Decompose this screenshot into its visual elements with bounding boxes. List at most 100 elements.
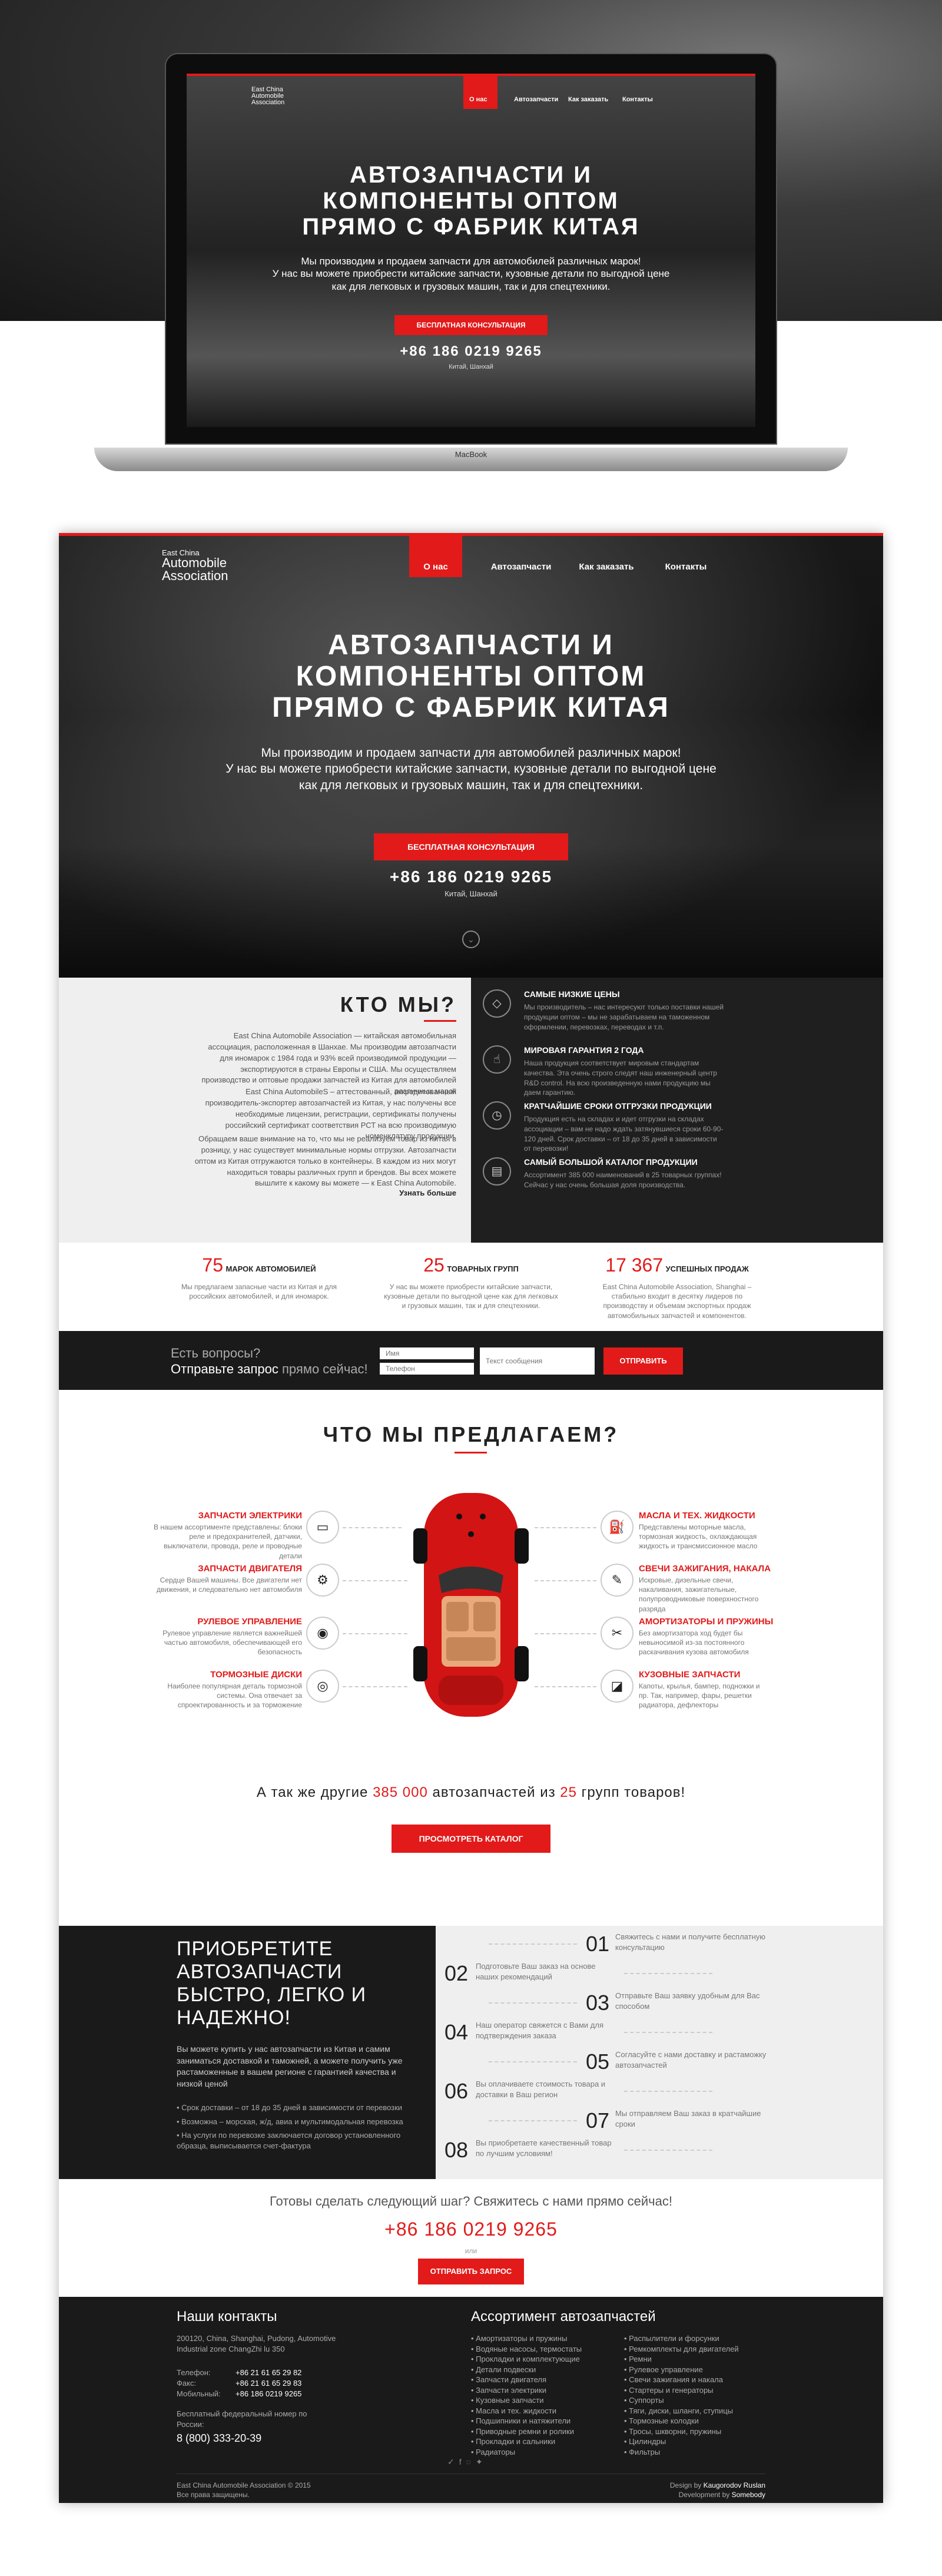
service-title-body[interactable]: КУЗОВНЫЕ ЗАПЧАСТИ [639,1670,740,1680]
mini-nav-active [463,74,497,109]
vk-icon[interactable]: ✓ [447,2457,459,2466]
assortment-item[interactable]: Масла и тех. жидкости [471,2406,618,2416]
connector-line [489,2061,577,2062]
assortment-item[interactable]: Запчасти электрики [471,2385,618,2396]
name-field[interactable] [380,1347,474,1359]
bullet-item: Срок доставки – от 18 до 35 дней в завис… [177,2102,424,2113]
stat-desc: У нас вы можете приобрести китайские зап… [384,1283,558,1310]
twitter-icon[interactable]: ✦ [476,2457,487,2466]
step-number: 01 [586,1932,610,1956]
assortment-item[interactable]: Ремни [624,2354,771,2365]
steps-title: ПРИОБРЕТИТЕ АВТОЗАПЧАСТИ БЫСТРО, ЛЕГКО И… [177,1938,366,2029]
assortment-item[interactable]: Кузовные запчасти [471,2395,618,2406]
assortment-item[interactable]: Стартеры и генераторы [624,2385,771,2396]
assortment-item[interactable]: Свечи зажигания и накала [624,2375,771,2385]
hero-location: Китай, Шанхай [445,889,497,898]
mini-nav-parts[interactable]: Автозапчасти [514,96,558,103]
free-consultation-button[interactable]: БЕСПЛАТНАЯ КОНСУЛЬТАЦИЯ [374,833,568,860]
service-title-brakes[interactable]: ТОРМОЗНЫЕ ДИСКИ [193,1670,302,1680]
connector-line [489,2120,577,2121]
stat-desc: East China Automobile Association, Shang… [602,1283,752,1320]
step-number: 04 [445,2020,469,2044]
assortment-item[interactable]: Рулевое управление [624,2365,771,2375]
assortment-title: Ассортимент автозапчастей [471,2309,656,2325]
feature-title-1: САМЫЕ НИЗКИЕ ЦЕНЫ [524,989,620,999]
send-button[interactable]: ОТПРАВИТЬ [603,1347,683,1375]
question-line1: Есть вопросы? [171,1346,261,1360]
service-title-engine[interactable]: ЗАПЧАСТИ ДВИГАТЕЛЯ [193,1564,302,1574]
mini-location: Китай, Шанхай [449,363,493,370]
connector-line [624,2091,712,2092]
cta-phone[interactable]: +86 186 0219 9265 [59,2219,883,2240]
hero-title: АВТОЗАПЧАСТИ И КОМПОНЕНТЫ ОПТОМ ПРЯМО С … [59,630,883,723]
assortment-item[interactable]: Распылители и форсунки [624,2333,771,2344]
facebook-icon[interactable]: f [459,2457,466,2466]
nav-parts[interactable]: Автозапчасти [486,562,556,572]
social-icons[interactable]: ✓f◌✦ [447,2457,487,2467]
question-line2-b: прямо сейчас! [282,1362,368,1376]
hero-sub-line3: как для легковых и грузовых машин, так и… [298,778,644,792]
fax-label: Факс: [177,2379,197,2388]
service-desc: Представлены моторные масла, тормозная ж… [639,1523,758,1551]
assortment-item[interactable]: Тормозные колодки [624,2416,771,2426]
assortment-item[interactable]: Тяги, диски, шланги, ступицы [624,2406,771,2416]
assortment-item[interactable]: Запчасти двигателя [471,2375,618,2385]
question-line2-a: Отправьте запрос [171,1362,278,1376]
assortment-item[interactable]: Ремкомплекты для двигателей [624,2344,771,2355]
assortment-item[interactable]: Суппорты [624,2395,771,2406]
assortment-item[interactable]: Приводные ремни и ролики [471,2426,618,2437]
mobile-value[interactable]: +86 186 0219 9265 [236,2389,301,2399]
fax-value: +86 21 61 65 29 83 [236,2379,302,2388]
mini-nav-order[interactable]: Как заказать [568,96,608,103]
connector-line [535,1527,596,1528]
assortment-item[interactable]: Детали подвески [471,2365,618,2375]
step-text: Согласуйте с нами доставку и растаможку … [615,2050,767,2070]
service-title-electrics[interactable]: ЗАПЧАСТИ ЭЛЕКТРИКИ [193,1511,302,1521]
nav-how-to-order[interactable]: Как заказать [571,562,642,572]
designer-name[interactable]: Kaugorodov Ruslan [704,2481,765,2489]
developer-name[interactable]: Somebody [732,2491,765,2499]
tel-value[interactable]: +86 21 61 65 29 82 [236,2368,301,2378]
assortment-item[interactable]: Радиаторы [471,2447,618,2458]
nav-about[interactable]: О нас [409,536,462,577]
learn-more-link[interactable]: Узнать больше [399,1188,456,1197]
stat-sales: 17 367 УСПЕШНЫХ ПРОДАЖ East China Automo… [589,1254,765,1320]
service-title-steering[interactable]: РУЛЕВОЕ УПРАВЛЕНИЕ [193,1617,302,1627]
assortment-item[interactable]: Водяные насосы, термостаты [471,2344,618,2355]
assortment-item[interactable]: Фильтры [624,2447,771,2458]
assortment-item[interactable]: Прокладки и сальники [471,2436,618,2447]
service-title-oils[interactable]: МАСЛА И ТЕХ. ЖИДКОСТИ [639,1511,755,1521]
scroll-down-icon[interactable]: ⌄ [462,931,480,948]
connector-line [489,1943,577,1945]
landing-page: East China Automobile Association О нас … [59,533,883,2503]
mini-nav-about[interactable]: О нас [469,96,487,103]
stat-brands: 75 МАРОК АВТОМОБИЛЕЙ Мы предлагаем запас… [171,1254,347,1301]
feature-title-2: МИРОВАЯ ГАРАНТИЯ 2 ГОДА [524,1045,644,1055]
logo[interactable]: East China Automobile Association [162,549,228,582]
hero-sub-line2: У нас вы можете приобрести китайские зап… [225,762,717,776]
message-field[interactable] [480,1347,595,1375]
stat-label: ТОВАРНЫХ ГРУПП [447,1264,519,1273]
mini-consult-button[interactable]: БЕСПЛАТНАЯ КОНСУЛЬТАЦИЯ [394,315,548,335]
assortment-item[interactable]: Цилиндры [624,2436,771,2447]
service-title-shocks[interactable]: АМОРТИЗАТОРЫ И ПРУЖИНЫ [639,1617,773,1627]
federal-number[interactable]: 8 (800) 333-20-39 [177,2432,261,2445]
view-catalog-button[interactable]: ПРОСМОТРЕТЬ КАТАЛОГ [392,1825,550,1853]
connector-line [624,2150,712,2151]
odnoklassniki-icon[interactable]: ◌ [466,2457,476,2466]
service-title-plugs[interactable]: СВЕЧИ ЗАЖИГАНИЯ, НАКАЛА [639,1564,771,1574]
send-request-button[interactable]: ОТПРАВИТЬ ЗАПРОС [418,2259,524,2284]
mini-nav-contacts[interactable]: Контакты [622,96,653,103]
assortment-item[interactable]: Подшипники и натяжители [471,2416,618,2426]
footer: Наши контакты 200120, China, Shanghai, P… [59,2297,883,2503]
assortment-item[interactable]: Амортизаторы и пружины [471,2333,618,2344]
phone-field[interactable] [380,1363,474,1375]
steering-icon: ◉ [306,1617,339,1650]
assortment-item[interactable]: Тросы, шкворни, пружины [624,2426,771,2437]
about-section: КТО МЫ? East China Automobile Associatio… [59,978,471,1243]
hero-title-line1: АВТОЗАПЧАСТИ И [328,630,614,661]
nav-contacts[interactable]: Контакты [654,562,718,572]
assortment-item[interactable]: Прокладки и комплектующие [471,2354,618,2365]
service-desc: В нашем ассортименте представлены: блоки… [154,1523,302,1560]
mini-title-l2: КОМПОНЕНТЫ ОПТОМ [323,188,619,214]
